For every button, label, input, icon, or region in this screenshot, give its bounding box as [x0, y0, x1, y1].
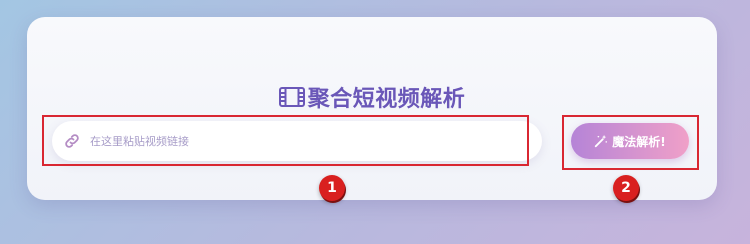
highlight-box-input — [42, 115, 529, 166]
step-marker-1: 1 — [319, 175, 345, 201]
page-title-text: 聚合短视频解析 — [307, 87, 466, 112]
parser-card: 聚合短视频解析 — [27, 17, 717, 200]
page-title: 聚合短视频解析 — [27, 81, 717, 113]
film-icon — [278, 87, 305, 107]
step-marker-2: 2 — [613, 175, 639, 201]
highlight-box-button — [562, 115, 699, 170]
